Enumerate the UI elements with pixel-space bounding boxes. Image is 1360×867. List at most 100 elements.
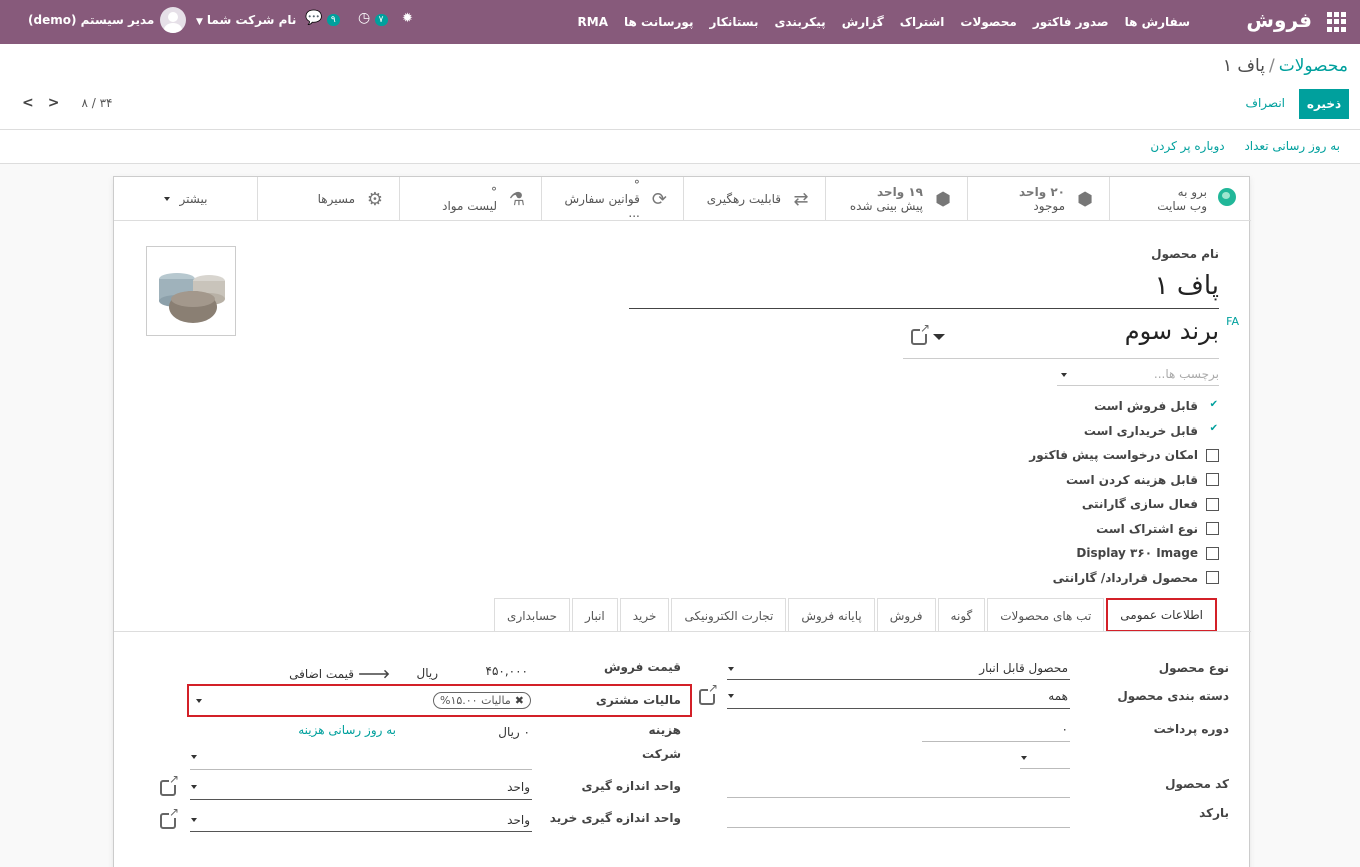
product-code-input[interactable] (727, 797, 1070, 798)
option-subscription: نوع اشتراک است (1029, 517, 1219, 542)
apps-menu-icon[interactable] (1326, 12, 1346, 32)
user-name: مدیر سیستم (demo) (28, 13, 155, 27)
menu-item-reporting[interactable]: گزارش (842, 15, 884, 29)
pager-previous-icon[interactable]: < (22, 95, 34, 111)
sale-price-value[interactable]: ۴۵۰,۰۰۰ (486, 664, 529, 678)
purchase-uom-value[interactable]: واحد (507, 813, 530, 827)
cost-value[interactable]: ۰ ریال (498, 725, 530, 739)
menu-item-invoicing[interactable]: صدور فاکتور (1033, 15, 1109, 29)
product-type-value[interactable]: محصول قابل انبار (979, 661, 1068, 675)
barcode-label: بارکد (1199, 806, 1229, 820)
uom-value[interactable]: واحد (507, 780, 530, 794)
user-menu[interactable]: مدیر سیستم (demo) (28, 7, 187, 33)
menu-item-rma[interactable]: RMA (578, 15, 608, 29)
caret-down-icon[interactable] (196, 699, 202, 703)
menu-item-orders[interactable]: سفارش ها (1125, 15, 1190, 29)
payment-term-label: دوره پرداخت (1153, 722, 1229, 736)
caret-down-icon[interactable] (191, 755, 197, 759)
caret-down-icon[interactable] (1021, 756, 1027, 760)
bom-button[interactable]: ⚗ ° لیست مواد (399, 177, 541, 221)
field-underline (727, 679, 1070, 680)
field-underline (922, 741, 1070, 742)
external-link-icon[interactable] (699, 682, 718, 705)
product-name-input[interactable]: پاف ۱ (629, 267, 1219, 309)
tab-pos[interactable]: پایانه فروش (788, 598, 875, 632)
barcode-input[interactable] (727, 827, 1070, 828)
routes-button[interactable]: ⚙ مسیرها (257, 177, 399, 221)
company-switcher[interactable]: نام شرکت شما▼ (196, 13, 296, 27)
discard-button[interactable]: انصراف (1246, 96, 1285, 110)
breadcrumb-products-link[interactable]: محصولات (1279, 56, 1348, 76)
more-button[interactable]: بیشتر (114, 177, 257, 221)
tab-sales[interactable]: فروش (876, 598, 936, 632)
caret-down-icon[interactable] (728, 667, 734, 671)
tab-product-tabs[interactable]: تب های محصولات (987, 598, 1105, 632)
menu-item-products[interactable]: محصولات (960, 15, 1016, 29)
caret-down-icon[interactable] (933, 334, 945, 340)
remove-tag-icon[interactable]: ✖ (515, 694, 524, 707)
tabs-divider (114, 631, 1251, 632)
company-input[interactable] (190, 769, 532, 770)
traceability-button[interactable]: ⇄ قابلیت رهگیری (683, 177, 825, 221)
brand-field[interactable]: برند سوم (903, 317, 1219, 359)
checkbox-display-360[interactable] (1206, 546, 1219, 560)
checkbox-sale-ok[interactable] (1206, 399, 1219, 413)
activity-clock-icon[interactable]: ۷ ◷ (358, 10, 388, 26)
checkbox-warranty[interactable] (1206, 497, 1219, 511)
translate-button[interactable]: FA (1226, 315, 1239, 328)
caret-down-icon[interactable] (728, 694, 734, 698)
cost-label: هزینه (648, 723, 681, 737)
update-cost-button[interactable]: به روز رسانی هزینه (298, 723, 396, 737)
top-navbar: فروش سفارش ها صدور فاکتور محصولات اشتراک… (0, 0, 1360, 44)
update-quantity-button[interactable]: به روز رسانی تعداد (1244, 139, 1340, 153)
tab-variants[interactable]: گونه (937, 598, 986, 632)
tab-purchase[interactable]: خرید (619, 598, 670, 632)
replenish-button[interactable]: دوباره پر کردن (1150, 139, 1224, 153)
website-button[interactable]: برو به وب سایت (1109, 177, 1251, 221)
tab-ecommerce[interactable]: تجارت الکترونیکی (671, 598, 787, 632)
tags-input[interactable]: برچسب ها... (1057, 364, 1219, 386)
caret-down-icon[interactable] (191, 785, 197, 789)
save-button[interactable]: ذخیره (1299, 89, 1349, 119)
external-link-icon[interactable] (911, 322, 930, 345)
customer-tax-tag[interactable]: ✖ مالیات ۱۵.۰۰% (433, 692, 531, 709)
menu-item-subscription[interactable]: اشتراک (900, 15, 945, 29)
customer-tax-label: مالیات مشتری (595, 693, 681, 707)
app-brand: فروش (1246, 8, 1312, 32)
caret-down-icon[interactable] (191, 818, 197, 822)
currency-label: ریال (416, 666, 438, 680)
extra-price-button[interactable]: 🡒 قیمت اضافی (289, 666, 394, 681)
external-link-icon[interactable] (160, 806, 179, 829)
checkbox-expense[interactable] (1206, 473, 1219, 487)
reordering-rules-button[interactable]: ⟳ ° قوانین سفارش ... (541, 177, 683, 221)
company-label: شرکت (642, 747, 681, 761)
checkbox-purchase-ok[interactable] (1206, 423, 1219, 438)
chat-bubble-icon[interactable]: ۹ 💬 (305, 10, 340, 26)
pager-value[interactable]: ۸ / ۳۴ (81, 96, 112, 110)
product-options: قابل فروش است قابل خریداری است امکان درخ… (1029, 394, 1219, 590)
debug-bug-icon[interactable]: ✹ (402, 11, 413, 26)
menu-item-commissions[interactable]: پورسانت ها (624, 15, 693, 29)
caret-down-icon (163, 197, 170, 201)
tab-accounting[interactable]: حسابداری (494, 598, 570, 632)
menu-item-configuration[interactable]: پیکربندی (775, 15, 826, 29)
product-image[interactable] (146, 246, 236, 336)
menu-item-creditor[interactable]: بستانکار (709, 15, 758, 29)
chat-count-badge: ۹ (326, 14, 340, 26)
on-hand-button[interactable]: ⬢ ۲۰ واحد موجود (967, 177, 1109, 221)
product-category-value[interactable]: همه (1048, 689, 1068, 703)
main-menu: سفارش ها صدور فاکتور محصولات اشتراک گزار… (562, 0, 1190, 44)
pager-next-icon[interactable]: > (48, 95, 60, 111)
checkbox-quotation[interactable] (1206, 448, 1219, 462)
forecast-button[interactable]: ⬢ ۱۹ واحد پیش بینی شده (825, 177, 967, 221)
external-link-icon[interactable] (160, 773, 179, 796)
breadcrumb: محصولات/پاف ۱ (1222, 56, 1348, 76)
checkbox-contract[interactable] (1206, 571, 1219, 585)
tab-inventory[interactable]: انبار (572, 598, 618, 632)
payment-term-value[interactable]: ۰ (1062, 722, 1068, 736)
tab-general-info[interactable]: اطلاعات عمومی (1106, 598, 1217, 632)
checkbox-subscription[interactable] (1206, 522, 1219, 536)
product-name-label: نام محصول (1151, 247, 1219, 261)
option-display-360: Display ۳۶۰ Image (1029, 541, 1219, 566)
field-underline (727, 708, 1070, 709)
